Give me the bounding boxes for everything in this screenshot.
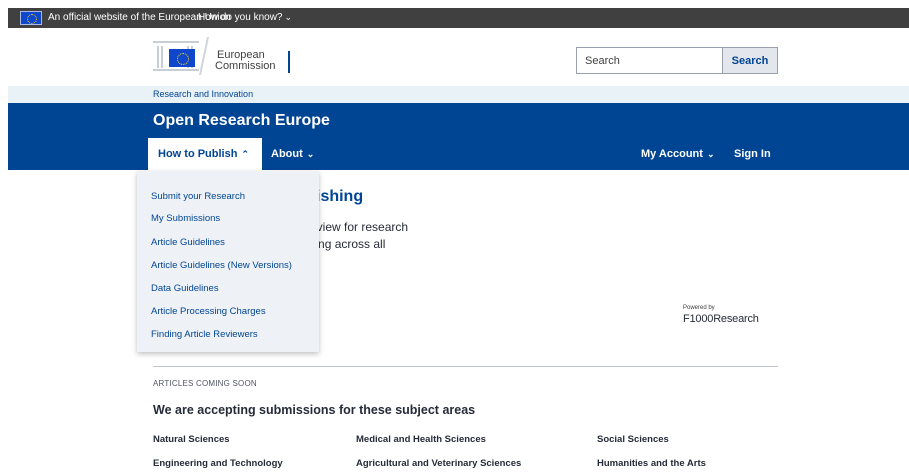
search-form: Search	[576, 47, 778, 74]
subject-areas-heading: We are accepting submissions for these s…	[153, 403, 476, 417]
eu-official-bar: An official website of the European Unio…	[8, 8, 909, 28]
how-do-you-know-label: How do you know?	[198, 12, 283, 23]
how-do-you-know-toggle[interactable]: How do you know? ⌄	[198, 12, 292, 23]
chevron-down-icon: ⌄	[306, 149, 315, 159]
section-divider	[153, 366, 778, 367]
site-header: Open Research Europe How to Publish ⌃ Abo…	[8, 103, 909, 170]
breadcrumb-research-innovation[interactable]: Research and Innovation	[153, 89, 253, 99]
chevron-down-icon: ⌄	[284, 12, 293, 22]
logo-line-2: Commission	[215, 60, 276, 72]
menu-item-article-guidelines-new-versions[interactable]: Article Guidelines (New Versions)	[151, 260, 292, 271]
search-button[interactable]: Search	[722, 48, 777, 73]
subject-humanities-arts[interactable]: Humanities and the Arts	[597, 458, 706, 469]
subject-medical-health-sciences[interactable]: Medical and Health Sciences	[356, 434, 486, 445]
logo-divider	[288, 51, 290, 73]
logo-swoosh	[198, 37, 210, 75]
subject-natural-sciences[interactable]: Natural Sciences	[153, 434, 230, 445]
powered-by-label: Powered by	[683, 305, 715, 311]
logo-text: European Commission	[215, 50, 276, 72]
nav-how-to-publish[interactable]: How to Publish ⌃	[148, 138, 262, 170]
subject-social-sciences[interactable]: Social Sciences	[597, 434, 669, 445]
nav-sign-in[interactable]: Sign In	[734, 148, 771, 160]
european-commission-logo[interactable]: European Commission	[153, 37, 298, 75]
menu-item-my-submissions[interactable]: My Submissions	[151, 213, 220, 224]
menu-item-article-processing-charges[interactable]: Article Processing Charges	[151, 306, 266, 317]
eu-flag-icon	[20, 11, 42, 25]
nav-how-to-publish-label: How to Publish	[158, 148, 238, 160]
menu-item-data-guidelines[interactable]: Data Guidelines	[151, 283, 219, 294]
chevron-up-icon: ⌃	[241, 149, 249, 159]
eu-flag-icon	[169, 49, 195, 67]
f1000research-wordmark: F1000Research	[683, 313, 759, 325]
subject-engineering-technology[interactable]: Engineering and Technology	[153, 458, 283, 469]
menu-item-finding-article-reviewers[interactable]: Finding Article Reviewers	[151, 329, 258, 340]
how-to-publish-dropdown: Submit your Research My Submissions Arti…	[137, 171, 319, 352]
subject-agricultural-veterinary-sciences[interactable]: Agricultural and Veterinary Sciences	[356, 458, 521, 469]
nav-about-label: About	[271, 148, 303, 160]
breadcrumb-bar: Research and Innovation	[8, 86, 909, 103]
menu-item-submit-research[interactable]: Submit your Research	[151, 191, 245, 202]
articles-coming-soon-label: ARTICLES COMING SOON	[153, 379, 257, 388]
search-input[interactable]	[577, 48, 723, 73]
nav-about[interactable]: About ⌄	[271, 148, 314, 160]
menu-item-article-guidelines[interactable]: Article Guidelines	[151, 237, 225, 248]
nav-my-account-label: My Account	[641, 148, 703, 160]
site-title[interactable]: Open Research Europe	[153, 112, 330, 130]
chevron-down-icon: ⌄	[706, 149, 715, 159]
nav-my-account[interactable]: My Account ⌄	[641, 148, 714, 160]
powered-by-f1000-logo[interactable]: Powered by F1000Research	[683, 305, 778, 327]
